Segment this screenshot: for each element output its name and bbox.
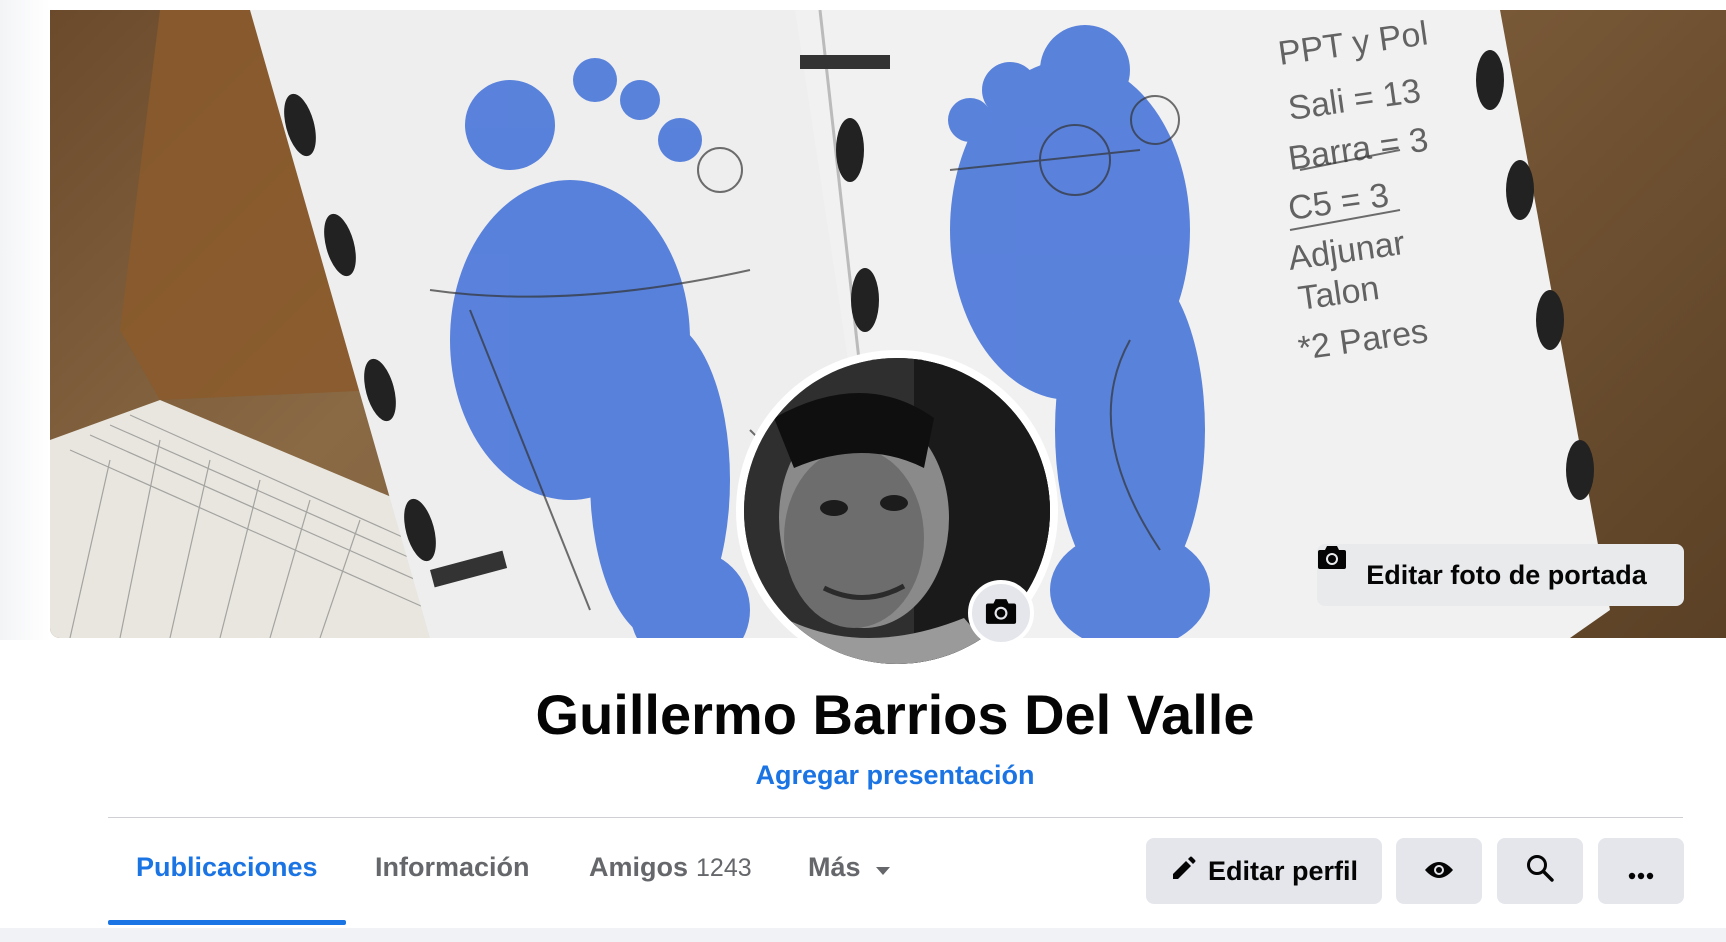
add-bio-link[interactable]: Agregar presentación	[0, 760, 1726, 791]
tab-more-label: Más	[808, 852, 861, 882]
edit-cover-photo-label: Editar foto de portada	[1366, 559, 1647, 590]
edit-cover-photo-button[interactable]: Editar foto de portada	[1317, 544, 1684, 606]
caret-down-icon	[875, 852, 891, 883]
page-edge	[0, 0, 50, 640]
tab-more[interactable]: Más	[808, 852, 891, 883]
tab-posts[interactable]: Publicaciones	[136, 852, 318, 883]
ellipsis-icon	[1628, 856, 1654, 887]
tab-about[interactable]: Información	[375, 852, 530, 883]
tab-friends-label: Amigos	[589, 852, 689, 882]
edit-profile-button[interactable]: Editar perfil	[1146, 838, 1382, 904]
friends-count: 1243	[696, 854, 752, 882]
tab-posts-label: Publicaciones	[136, 852, 318, 882]
more-options-button[interactable]	[1598, 838, 1684, 904]
eye-icon	[1424, 856, 1454, 887]
active-tab-indicator	[108, 920, 346, 925]
view-as-button[interactable]	[1396, 838, 1482, 904]
search-profile-button[interactable]	[1497, 838, 1583, 904]
tab-friends[interactable]: Amigos 1243	[589, 852, 752, 883]
search-icon	[1526, 854, 1554, 889]
pencil-icon	[1170, 855, 1196, 888]
tab-about-label: Información	[375, 852, 530, 882]
update-profile-picture-button[interactable]	[968, 580, 1034, 646]
profile-name: Guillermo Barrios Del Valle	[535, 683, 1255, 746]
edit-profile-label: Editar perfil	[1207, 855, 1359, 886]
camera-icon	[984, 597, 1018, 630]
divider	[108, 817, 1683, 818]
page-background	[0, 928, 1726, 942]
